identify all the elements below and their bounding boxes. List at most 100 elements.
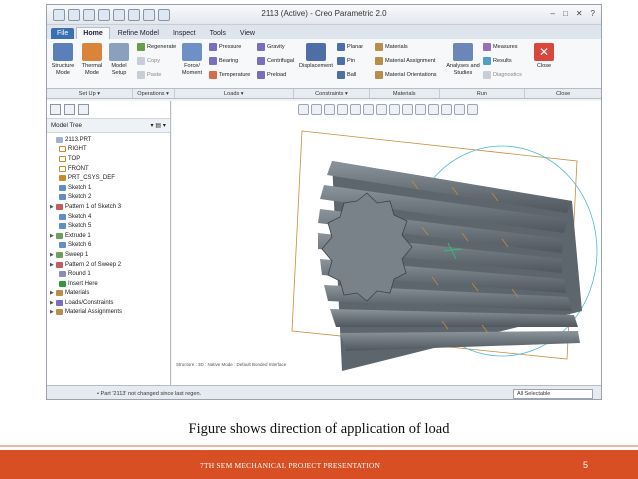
pin-button[interactable]: Pin	[337, 57, 355, 65]
footer-divider	[0, 445, 638, 447]
close-button[interactable]: ✕ Close	[531, 43, 557, 70]
tab-refine-model[interactable]: Refine Model	[112, 28, 165, 39]
temperature-icon	[209, 71, 217, 79]
tab-view[interactable]: View	[234, 28, 261, 39]
structure-mode-button[interactable]: Structure Mode	[50, 43, 76, 76]
tree-item[interactable]: Sketch 6	[50, 241, 170, 251]
ball-button[interactable]: Ball	[337, 71, 356, 79]
datum-plane-icon	[59, 146, 66, 153]
tab-home[interactable]: Home	[76, 27, 110, 39]
datum-plane-icon	[59, 155, 66, 162]
model-tree-title: Model Tree	[51, 122, 82, 129]
tree-item[interactable]: Sketch 4	[50, 212, 170, 222]
gear-shaft-model[interactable]	[172, 101, 602, 385]
diagnostics-icon	[483, 71, 491, 79]
gravity-button[interactable]: Gravity	[257, 43, 285, 51]
tab-tools[interactable]: Tools	[204, 28, 232, 39]
model-tree-tab-icon[interactable]	[50, 104, 61, 115]
tree-item[interactable]: Insert Here	[50, 279, 170, 289]
navigator-tabs	[47, 101, 170, 119]
help-icon[interactable]: ?	[591, 9, 595, 18]
tree-item[interactable]: Sketch 5	[50, 221, 170, 231]
ribbon: Structure Mode Thermal Mode Model Setup …	[47, 39, 601, 89]
close-icon[interactable]: ✕	[576, 9, 583, 18]
materials-button[interactable]: Materials	[375, 43, 408, 51]
creo-window: 2113 (Active) - Creo Parametric 2.0 – □ …	[46, 4, 602, 400]
regenerate-button[interactable]: Regenerate	[137, 43, 176, 51]
title-bar: 2113 (Active) - Creo Parametric 2.0 – □ …	[47, 5, 601, 25]
paste-icon	[137, 71, 145, 79]
analyses-studies-button[interactable]: Analyses and Studies	[445, 43, 481, 76]
tree-item[interactable]: ▶ Pattern 1 of Sketch 3	[50, 202, 170, 212]
tree-item[interactable]: ▶ Sweep 1	[50, 250, 170, 260]
planar-icon	[337, 43, 345, 51]
maximize-icon[interactable]: □	[563, 9, 568, 18]
tree-item[interactable]: ▶ Extrude 1	[50, 231, 170, 241]
graphics-window[interactable]: Structure : 3D : Native Mode : Default B…	[172, 101, 602, 385]
planar-button[interactable]: Planar	[337, 43, 363, 51]
tab-file[interactable]: File	[51, 28, 75, 39]
favorites-icon[interactable]	[78, 104, 89, 115]
tree-settings-icon[interactable]: ▾ ▤ ▾	[151, 122, 167, 129]
insert-arrow-icon	[59, 280, 66, 287]
temperature-button[interactable]: Temperature	[209, 71, 250, 79]
tree-item[interactable]: Round 1	[50, 269, 170, 279]
figure-caption: Figure shows direction of application of…	[188, 421, 450, 437]
materials-icon	[375, 43, 383, 51]
material-orientations-button[interactable]: Material Orientations	[375, 71, 437, 79]
tree-item[interactable]: Sketch 2	[50, 193, 170, 203]
material-assignment-button[interactable]: Material Assignment	[375, 57, 435, 65]
gravity-icon	[257, 43, 265, 51]
bearing-button[interactable]: Bearing	[209, 57, 238, 65]
displacement-button[interactable]: Displacement	[299, 43, 333, 70]
window-controls: – □ ✕ ?	[551, 9, 595, 18]
window-title: 2113 (Active) - Creo Parametric 2.0	[261, 9, 387, 18]
tree-item[interactable]: RIGHT	[50, 145, 170, 155]
csys-icon	[59, 175, 66, 182]
diagnostics-button[interactable]: Diagnostics	[483, 71, 522, 79]
displacement-icon	[306, 43, 326, 61]
tree-item[interactable]: ▶ Material Assignments	[50, 308, 170, 318]
centrifugal-button[interactable]: Centrifugal	[257, 57, 294, 65]
materials-folder-icon	[56, 290, 63, 297]
group-loads[interactable]: Loads ▾	[175, 89, 295, 98]
tree-item[interactable]: ▶ Loads/Constraints	[50, 298, 170, 308]
tree-item[interactable]: PRT_CSYS_DEF	[50, 173, 170, 183]
model-tree: 2113.PRT RIGHT TOP FRONT PRT_CSYS_DEF Sk…	[47, 133, 170, 317]
pressure-button[interactable]: Pressure	[209, 43, 241, 51]
tree-item[interactable]: 2113.PRT	[50, 135, 170, 145]
minimize-icon[interactable]: –	[551, 9, 555, 18]
measures-button[interactable]: Measures	[483, 43, 518, 51]
model-setup-button[interactable]: Model Setup	[107, 43, 131, 76]
group-operations[interactable]: Operations ▾	[133, 89, 175, 98]
group-materials: Materials	[370, 89, 440, 98]
force-moment-button[interactable]: Force/ Moment	[179, 43, 205, 76]
tree-item[interactable]: TOP	[50, 154, 170, 164]
pattern-icon	[56, 261, 63, 268]
results-button[interactable]: Results	[483, 57, 512, 65]
group-setup[interactable]: Set Up ▾	[47, 89, 133, 98]
copy-button[interactable]: Copy	[137, 57, 160, 65]
tree-item[interactable]: Sketch 1	[50, 183, 170, 193]
sketch-icon	[59, 213, 66, 220]
thermal-mode-button[interactable]: Thermal Mode	[79, 43, 105, 76]
sketch-icon	[59, 184, 66, 191]
tree-item[interactable]: ▶ Materials	[50, 289, 170, 299]
ribbon-groups: Set Up ▾ Operations ▾ Loads ▾ Constraint…	[47, 89, 601, 99]
bearing-icon	[209, 57, 217, 65]
results-icon	[483, 57, 491, 65]
selection-filter[interactable]: All Selectable	[513, 389, 593, 399]
status-bar: • Part '2113' not changed since last reg…	[47, 385, 601, 399]
ball-icon	[337, 71, 345, 79]
status-message: • Part '2113' not changed since last reg…	[97, 390, 202, 397]
datum-plane-icon	[59, 165, 66, 172]
tab-inspect[interactable]: Inspect	[167, 28, 202, 39]
ribbon-tabs: File Home Refine Model Inspect Tools Vie…	[47, 25, 601, 39]
preload-button[interactable]: Preload	[257, 71, 286, 79]
centrifugal-icon	[257, 57, 265, 65]
tree-item[interactable]: ▶ Pattern 2 of Sweep 2	[50, 260, 170, 270]
group-constraints[interactable]: Constraints ▾	[294, 89, 370, 98]
folder-browser-icon[interactable]	[64, 104, 75, 115]
tree-item[interactable]: FRONT	[50, 164, 170, 174]
paste-button[interactable]: Paste	[137, 71, 161, 79]
